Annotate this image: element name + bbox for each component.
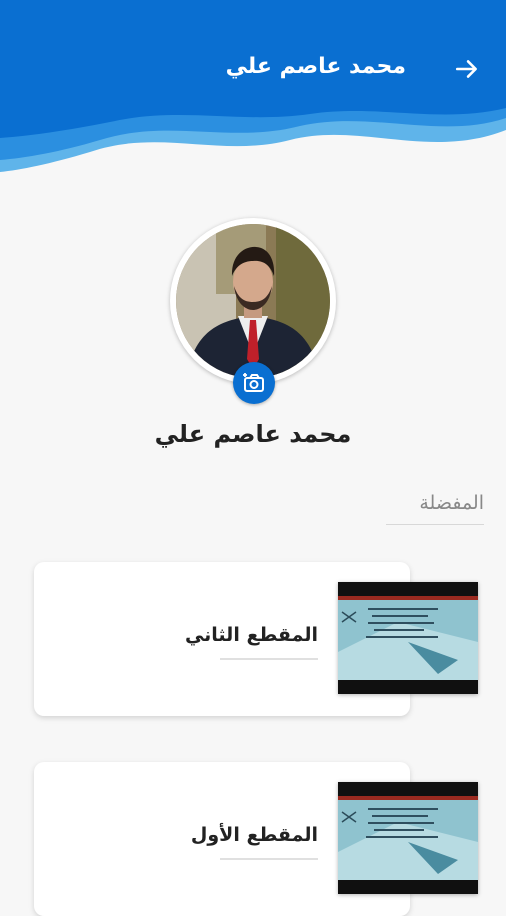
header-wave (0, 100, 506, 172)
header-title: محمد عاصم علي (225, 54, 406, 79)
add-photo-icon (243, 373, 264, 392)
favorites-section-title: المفضلة (419, 492, 484, 514)
favorite-item-title: المقطع الثاني (184, 624, 318, 646)
card-divider (220, 658, 318, 660)
video-thumbnail[interactable] (338, 782, 478, 894)
video-thumbnail-image (338, 596, 478, 680)
arrow-right-icon (455, 60, 477, 78)
user-name: محمد عاصم علي (154, 420, 352, 448)
video-thumbnail[interactable] (338, 582, 478, 694)
avatar (176, 224, 330, 378)
section-divider (386, 524, 484, 525)
back-button[interactable] (450, 52, 484, 86)
profile-photo (176, 224, 330, 378)
favorite-item-title: المقطع الأول (190, 824, 318, 846)
card-divider (220, 858, 318, 860)
video-thumbnail-image (338, 796, 478, 880)
profile-avatar-frame (170, 218, 336, 384)
change-photo-button[interactable] (233, 362, 275, 404)
